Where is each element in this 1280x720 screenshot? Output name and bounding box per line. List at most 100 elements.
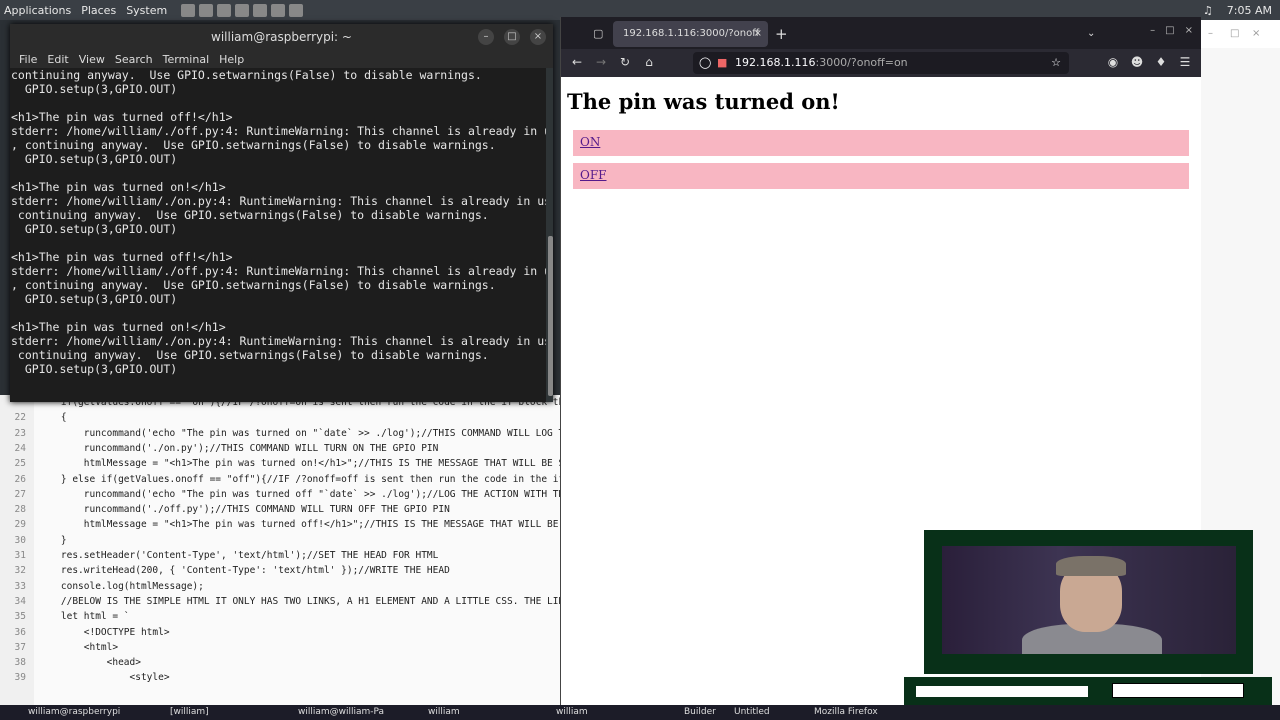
off-link-bar: OFF — [573, 163, 1189, 189]
forward-icon[interactable]: → — [593, 55, 609, 69]
close-icon[interactable]: × — [1252, 28, 1260, 39]
code-line: 23 runcommand('echo "The pin was turned … — [0, 426, 560, 441]
launcher-icon[interactable] — [235, 3, 250, 17]
clock[interactable]: 7:05 AM — [1227, 4, 1272, 17]
maximize-icon[interactable]: □ — [504, 29, 520, 45]
restore-icon[interactable]: □ — [1230, 28, 1239, 39]
close-icon[interactable]: × — [530, 29, 546, 45]
code-line: 24 runcommand('./on.py');//THIS COMMAND … — [0, 441, 560, 456]
line-number: 29 — [14, 519, 26, 531]
line-number: 26 — [14, 473, 26, 485]
extensions-icon[interactable]: ♦ — [1153, 55, 1169, 69]
background-window-toolbar: – □ × — [1200, 20, 1280, 48]
line-number: 25 — [14, 458, 26, 470]
list-tabs-chevron-icon[interactable]: ⌄ — [1087, 21, 1095, 47]
launcher-icon[interactable] — [199, 3, 214, 17]
taskbar-item[interactable]: william — [556, 705, 588, 720]
account-icon[interactable]: ☻ — [1129, 55, 1145, 69]
url-bar[interactable]: ◯ ■ 192.168.1.116:3000/?onoff=on ☆ — [693, 52, 1069, 74]
code-text: console.log(htmlMessage); — [38, 580, 204, 592]
line-number: 30 — [14, 534, 26, 546]
taskbar-item[interactable]: Builder — [684, 705, 716, 720]
code-line: 28 runcommand('./off.py');//THIS COMMAND… — [0, 502, 560, 517]
menu-search[interactable]: Search — [110, 53, 158, 66]
terminal-line: continuing anyway. Use GPIO.setwarnings(… — [11, 348, 489, 362]
taskbar-item[interactable]: william@raspberrypi — [28, 705, 120, 720]
line-number: 22 — [14, 412, 26, 424]
applications-menu[interactable]: Applications — [0, 4, 77, 17]
terminal-titlebar[interactable]: william@raspberrypi: ~ – □ × — [10, 24, 553, 50]
shield-icon[interactable]: ◯ — [699, 52, 711, 74]
taskbar-item[interactable]: Mozilla Firefox — [814, 705, 878, 720]
off-link[interactable]: OFF — [580, 168, 607, 182]
code-text: htmlMessage = "<h1>The pin was turned on… — [38, 458, 560, 470]
launcher-icon[interactable] — [271, 3, 286, 17]
terminal-line: <h1>The pin was turned off!</h1> — [11, 250, 233, 264]
code-line: 30 } — [0, 533, 560, 548]
line-number: 36 — [14, 626, 26, 638]
code-text: runcommand('echo "The pin was turned on … — [38, 427, 560, 439]
code-text: <style> — [38, 672, 170, 684]
terminal-line: continuing anyway. Use GPIO.setwarnings(… — [11, 68, 482, 82]
presenter-cap — [1056, 556, 1126, 576]
menu-file[interactable]: File — [14, 53, 42, 66]
reload-icon[interactable]: ↻ — [617, 55, 633, 69]
minimize-icon[interactable]: – — [1208, 28, 1213, 39]
webcam-overlay — [924, 530, 1253, 674]
line-number: 34 — [14, 595, 26, 607]
menu-terminal[interactable]: Terminal — [158, 53, 215, 66]
pocket-icon[interactable]: ◉ — [1105, 55, 1121, 69]
back-icon[interactable]: ← — [569, 55, 585, 69]
line-number: 33 — [14, 580, 26, 592]
terminal-line: stderr: /home/william/./off.py:4: Runtim… — [11, 264, 546, 278]
code-editor[interactable]: if(getValues.onoff == "on"){//IF /?onoff… — [0, 395, 560, 705]
code-line: 26 } else if(getValues.onoff == "off"){/… — [0, 472, 560, 487]
terminal-scrollbar[interactable] — [548, 236, 553, 396]
menu-help[interactable]: Help — [214, 53, 249, 66]
code-line: 31 res.setHeader('Content-Type', 'text/h… — [0, 548, 560, 563]
tab-strip: ▢ 192.168.1.116:3000/?onoff × + ⌄ – □ × — [561, 17, 1201, 49]
on-link-bar: ON — [573, 130, 1189, 156]
code-text: { — [38, 412, 67, 424]
places-menu[interactable]: Places — [77, 4, 122, 17]
minimize-icon[interactable]: – — [478, 29, 494, 45]
close-icon[interactable]: × — [1185, 25, 1193, 36]
code-line: 22 { — [0, 410, 560, 425]
terminal-line: GPIO.setup(3,GPIO.OUT) — [11, 152, 178, 166]
taskbar-item[interactable]: Untitled — [734, 705, 770, 720]
tab-view-icon[interactable]: ▢ — [593, 27, 603, 40]
code-line: 34 //BELOW IS THE SIMPLE HTML IT ONLY HA… — [0, 594, 560, 609]
code-line: 35 let html = ` — [0, 609, 560, 624]
bookmark-star-icon[interactable]: ☆ — [1051, 52, 1061, 74]
system-menu[interactable]: System — [122, 4, 173, 17]
tab-close-icon[interactable]: × — [754, 21, 762, 47]
maximize-icon[interactable]: □ — [1165, 25, 1174, 36]
menu-view[interactable]: View — [74, 53, 110, 66]
launcher-icon[interactable] — [289, 3, 304, 17]
on-link[interactable]: ON — [580, 135, 600, 149]
taskbar: william@raspberrypi [william] william@wi… — [0, 705, 1280, 720]
menu-edit[interactable]: Edit — [42, 53, 73, 66]
launcher-icon[interactable] — [253, 3, 268, 17]
code-text: runcommand('./off.py');//THIS COMMAND WI… — [38, 504, 450, 516]
tab-active[interactable]: 192.168.1.116:3000/?onoff × — [613, 21, 768, 47]
code-text: <head> — [38, 657, 141, 669]
code-text: let html = ` — [38, 611, 130, 623]
hamburger-menu-icon[interactable]: ☰ — [1177, 55, 1193, 69]
launcher-icon[interactable] — [217, 3, 232, 17]
terminal-output[interactable]: continuing anyway. Use GPIO.setwarnings(… — [10, 68, 546, 402]
minimize-icon[interactable]: – — [1150, 25, 1155, 36]
lock-warning-icon[interactable]: ■ — [717, 52, 727, 74]
line-number: 23 — [14, 427, 26, 439]
volume-icon[interactable]: ♫ — [1203, 4, 1213, 17]
code-text: htmlMessage = "<h1>The pin was turned of… — [38, 519, 560, 531]
new-tab-button[interactable]: + — [775, 21, 788, 47]
terminal-line: <h1>The pin was turned on!</h1> — [11, 180, 226, 194]
taskbar-item[interactable]: [william] — [170, 705, 209, 720]
window-controls: – □ × — [1150, 25, 1193, 36]
taskbar-item[interactable]: william — [428, 705, 460, 720]
launcher-icons — [181, 3, 304, 17]
taskbar-item[interactable]: william@william-Pa — [298, 705, 384, 720]
home-icon[interactable]: ⌂ — [641, 55, 657, 69]
launcher-icon[interactable] — [181, 3, 196, 17]
